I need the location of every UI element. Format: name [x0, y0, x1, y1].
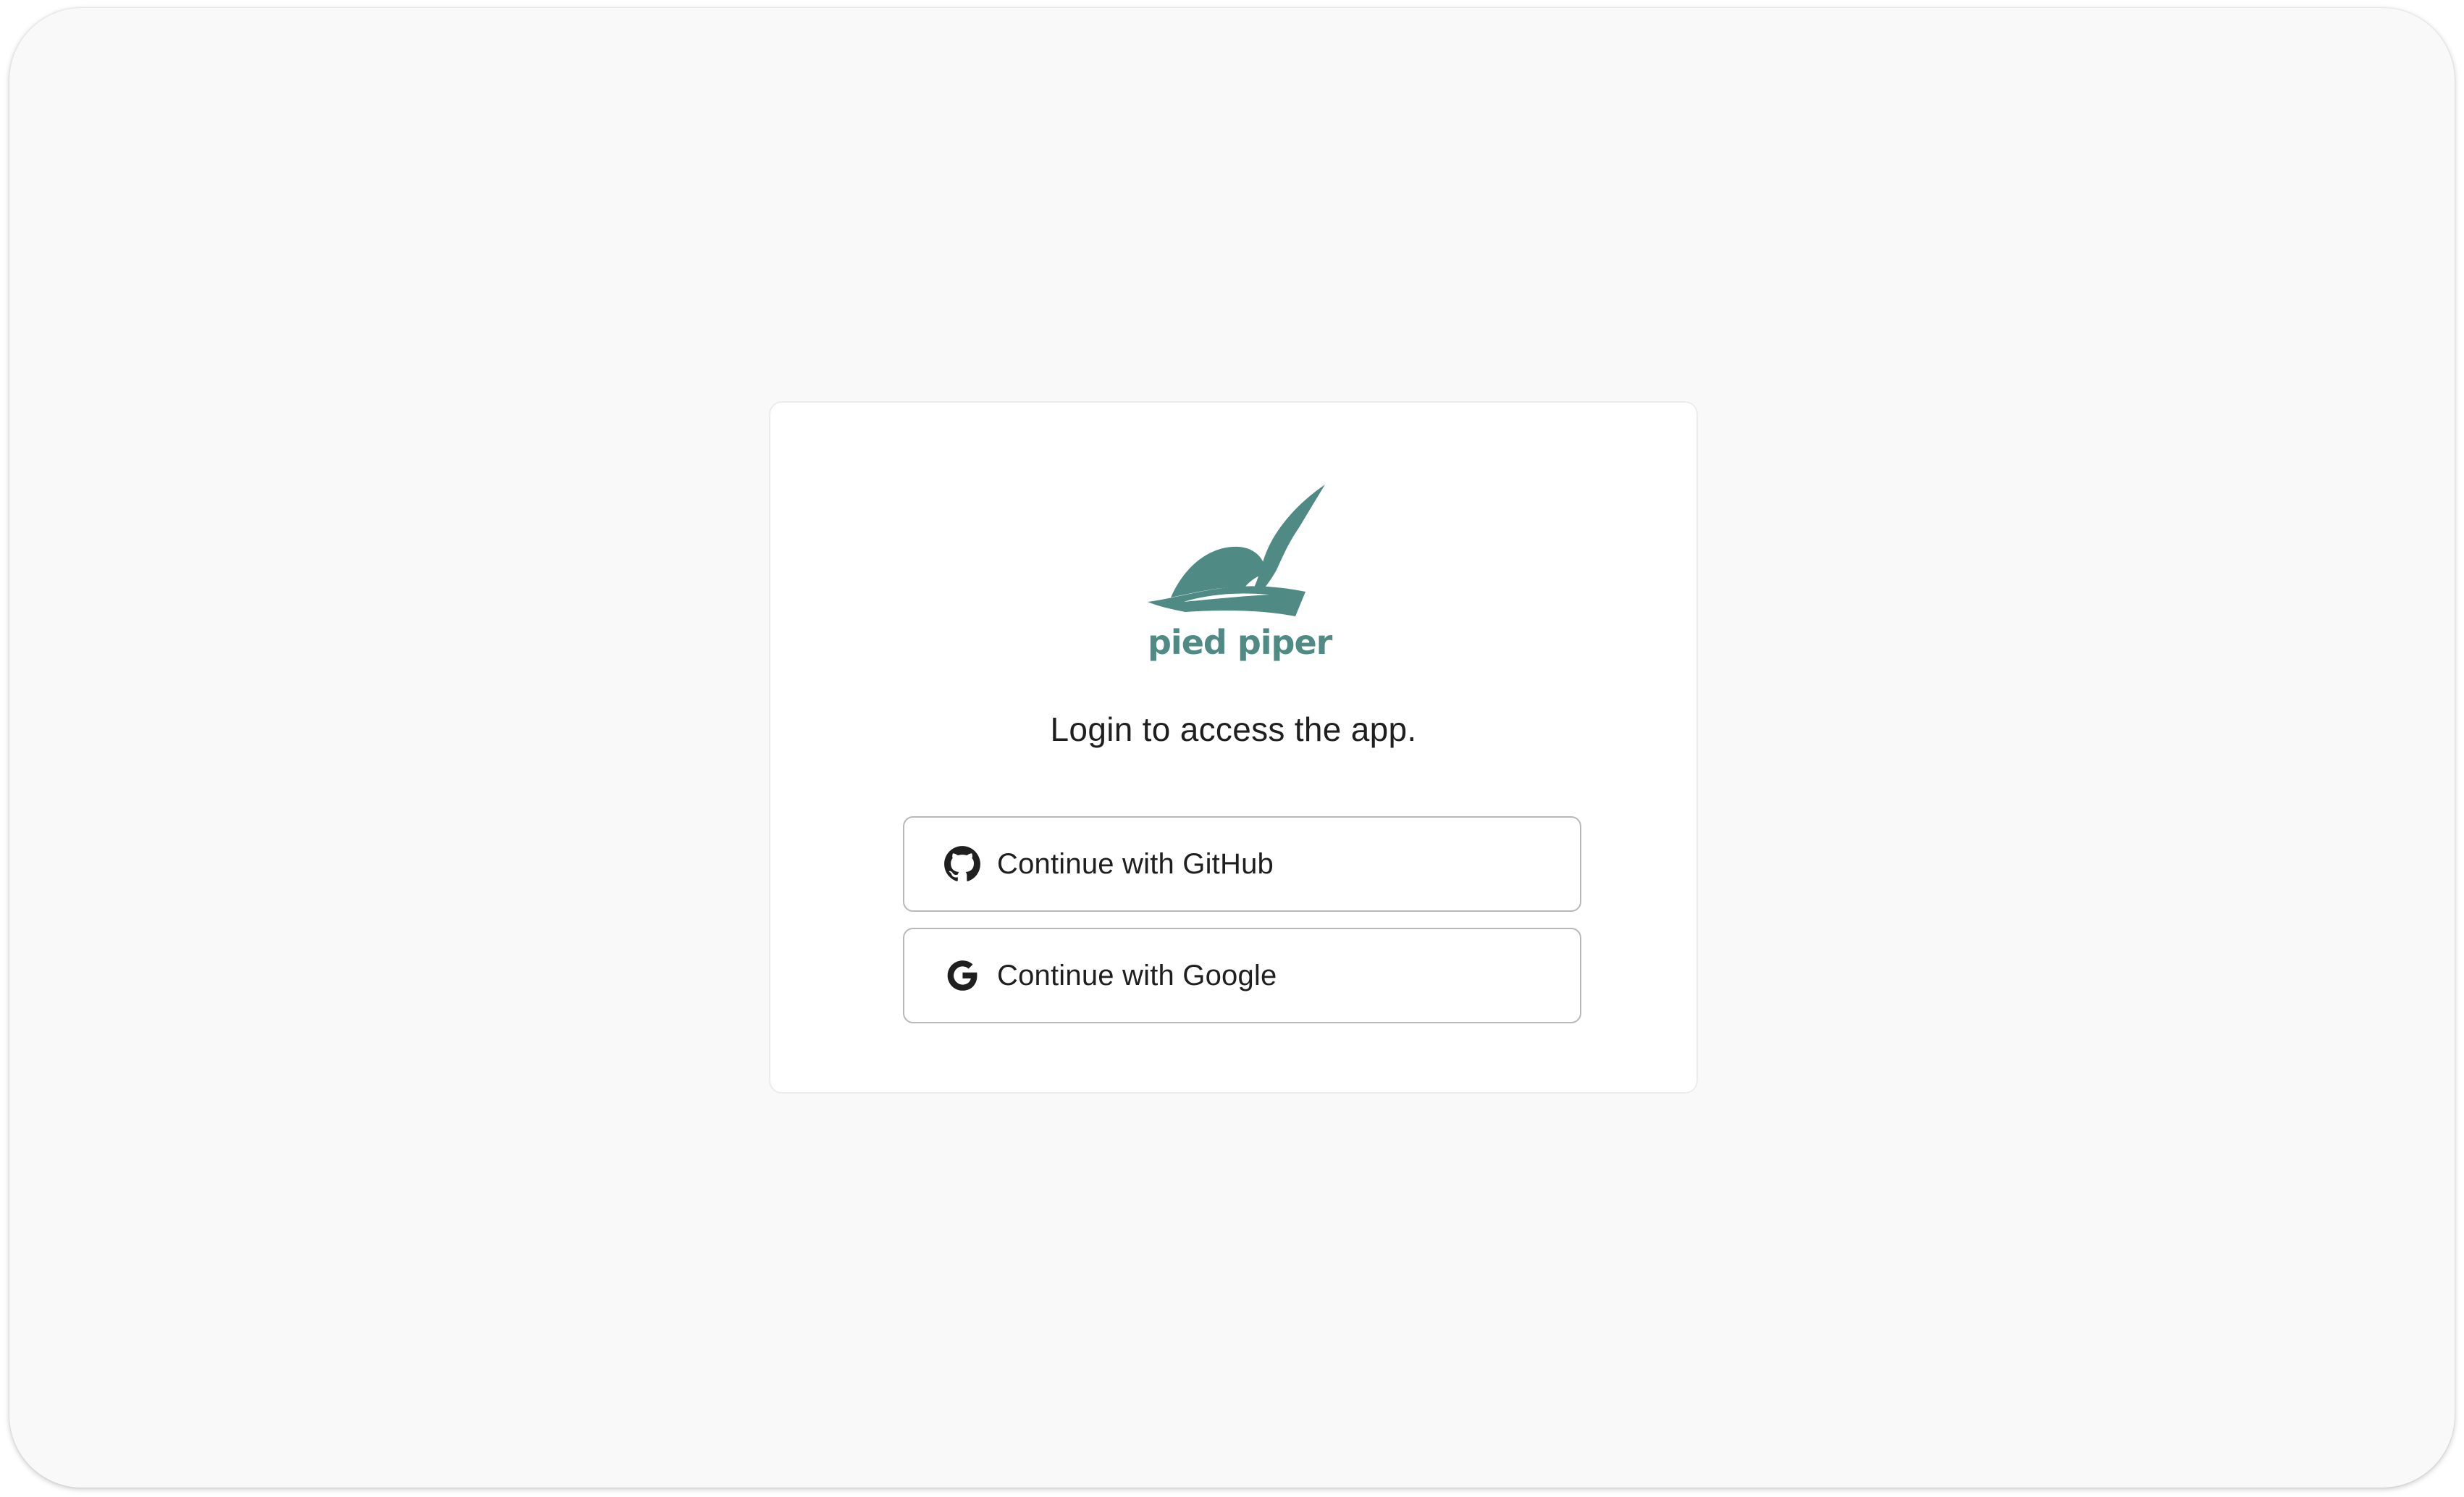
login-prompt: Login to access the app. — [1050, 710, 1417, 748]
google-icon — [943, 957, 981, 994]
pied-piper-logo: pied piper — [1142, 474, 1337, 663]
github-icon — [943, 845, 981, 883]
logo-wordmark: pied piper — [1148, 623, 1333, 662]
continue-with-google-button[interactable]: Continue with Google — [903, 928, 1581, 1023]
google-button-label: Continue with Google — [997, 959, 1277, 991]
continue-with-github-button[interactable]: Continue with GitHub — [903, 816, 1581, 912]
github-button-label: Continue with GitHub — [997, 847, 1274, 880]
